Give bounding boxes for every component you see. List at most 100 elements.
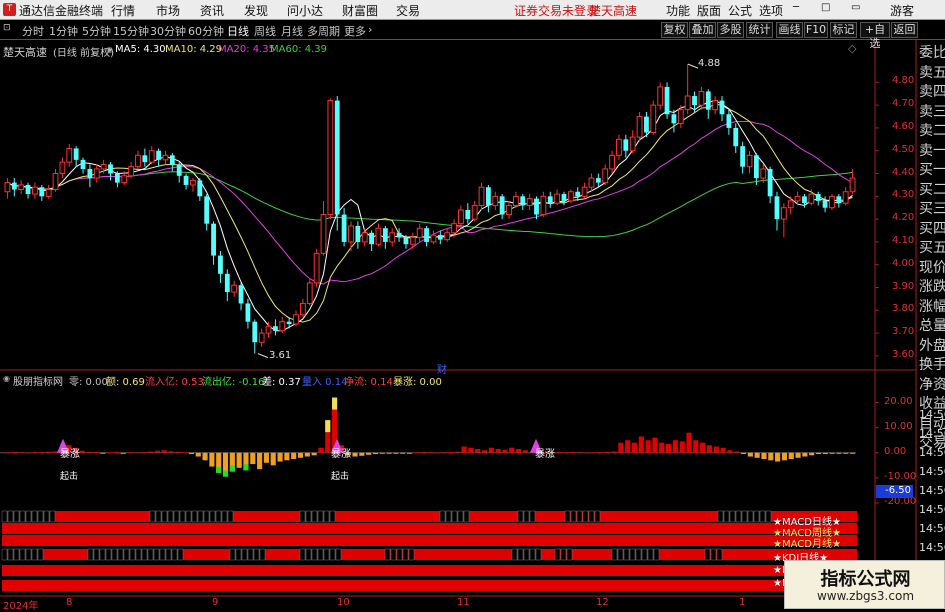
indicator-bar xyxy=(454,451,460,453)
add-favorite-button[interactable]: +自选 xyxy=(860,22,890,50)
candle-body xyxy=(142,155,148,163)
side-item[interactable]: 卖二 xyxy=(919,120,945,140)
indicator-bar xyxy=(434,452,440,454)
menu-wenxiaoda[interactable]: 问小达 xyxy=(287,2,323,19)
more-chevron-icon[interactable]: › xyxy=(368,23,372,36)
candle-body xyxy=(334,100,340,215)
side-item[interactable]: 涨跌 xyxy=(919,276,945,296)
ma60-value: MA60: 4.39 xyxy=(270,44,328,55)
indicator-settings-icon[interactable]: ◉ xyxy=(3,374,10,383)
menu-shichang[interactable]: 市场 xyxy=(156,2,180,19)
candle-body xyxy=(650,104,657,133)
menu-faxian[interactable]: 发现 xyxy=(244,2,268,19)
side-item[interactable]: 卖四 xyxy=(919,81,945,101)
band-kdj-daily-off xyxy=(535,548,542,561)
side-item[interactable]: 总量 xyxy=(919,315,945,335)
candle-body xyxy=(849,177,856,193)
tab-15min[interactable]: 15分钟 xyxy=(113,23,149,39)
band-kdj-daily-off xyxy=(105,548,112,561)
side-item[interactable]: 买五 xyxy=(919,237,945,257)
side-item[interactable]: 卖一 xyxy=(919,140,945,160)
fuquan-button[interactable]: 复权 xyxy=(661,22,688,38)
stats-button[interactable]: 统计 xyxy=(746,22,773,38)
restore-icon[interactable]: ▭ xyxy=(851,2,860,13)
settings-dot-icon[interactable]: ◉ xyxy=(106,45,113,54)
menu-caifuquan[interactable]: 财富圈 xyxy=(342,2,378,19)
f10-button[interactable]: F10 xyxy=(804,22,828,38)
indicator-bar xyxy=(584,452,590,454)
tab-daily[interactable]: 日线 xyxy=(227,23,249,39)
candle-body xyxy=(760,168,767,179)
indicator-bar xyxy=(427,452,433,454)
tab-1min[interactable]: 1分钟 xyxy=(49,23,78,39)
back-button[interactable]: 返回 xyxy=(891,22,918,38)
tab-5min[interactable]: 5分钟 xyxy=(82,23,111,39)
side-item[interactable]: 现价 xyxy=(919,257,945,277)
candle-body xyxy=(409,236,416,245)
band-kdj-daily-off xyxy=(704,548,711,561)
side-item[interactable]: 买二 xyxy=(919,179,945,199)
menu-gongneng[interactable]: 功能 xyxy=(666,2,690,19)
side-item[interactable]: 换手 xyxy=(919,354,945,374)
ma60-line xyxy=(7,171,853,238)
tab-60min[interactable]: 60分钟 xyxy=(188,23,224,39)
indicator-bar xyxy=(236,452,242,468)
maximize-icon[interactable]: □ xyxy=(821,2,830,13)
price-tick-label: 3.70 xyxy=(892,326,915,338)
candle-body xyxy=(581,186,588,197)
mark-button[interactable]: 标记 xyxy=(830,22,857,38)
date-tick-label: 10 xyxy=(337,597,350,608)
signal-bands xyxy=(1,510,857,591)
login-notice[interactable]: 证券交易未登录 xyxy=(514,2,598,19)
signal-surge-3: 暴涨 xyxy=(535,449,555,460)
menu-gongshi[interactable]: 公式 xyxy=(728,2,752,19)
indicator-bar xyxy=(727,450,733,453)
tab-more[interactable]: 更多 xyxy=(344,23,366,39)
draw-line-button[interactable]: 画线 xyxy=(776,22,803,38)
band-macd-daily-off xyxy=(149,510,156,523)
minimize-icon[interactable]: ─ xyxy=(793,2,799,13)
side-time: 14:56 xyxy=(919,446,945,459)
indicator-bar xyxy=(754,452,760,458)
side-item[interactable]: 涨幅 xyxy=(919,296,945,316)
tab-30min[interactable]: 30分钟 xyxy=(150,23,186,39)
diamond-icon[interactable]: ◇ xyxy=(848,42,856,55)
side-item[interactable]: 买四 xyxy=(919,218,945,238)
candle-body xyxy=(204,196,210,224)
candle-body xyxy=(169,155,175,165)
side-item[interactable]: 卖三 xyxy=(919,101,945,121)
tab-multi-period[interactable]: 多周期 xyxy=(307,23,340,39)
menu-zixun[interactable]: 资讯 xyxy=(200,2,224,19)
guest-label[interactable]: 游客 xyxy=(890,2,914,19)
overlay-button[interactable]: 叠加 xyxy=(689,22,716,38)
tab-weekly[interactable]: 周线 xyxy=(254,23,276,39)
band-kdj-daily-off xyxy=(19,548,26,561)
band-kdj-daily-off xyxy=(117,548,124,561)
indicator-bar xyxy=(386,452,392,454)
multi-stock-button[interactable]: 多股 xyxy=(717,22,744,38)
side-item[interactable]: 卖五 xyxy=(919,62,945,82)
menu-hangqing[interactable]: 行情 xyxy=(111,2,135,19)
indicator-bar xyxy=(768,452,774,461)
band-macd-daily-off xyxy=(49,510,56,523)
tab-monthly[interactable]: 月线 xyxy=(281,23,303,39)
indicator-bar xyxy=(447,452,454,454)
band-kdj-daily-off xyxy=(7,548,14,561)
side-item[interactable]: 外盘 xyxy=(919,335,945,355)
side-item[interactable]: 净资 xyxy=(919,374,945,394)
tab-fenshi[interactable]: 分时 xyxy=(22,23,44,39)
expand-icon[interactable]: ⊡ xyxy=(3,23,11,33)
side-item[interactable]: 委比 xyxy=(919,42,945,62)
side-item[interactable]: 买三 xyxy=(919,198,945,218)
side-item[interactable]: 买一 xyxy=(919,159,945,179)
candle-body xyxy=(320,214,327,254)
candle-body xyxy=(787,200,794,209)
candle-body xyxy=(396,232,402,238)
candle-body xyxy=(66,147,73,163)
menu-banmian[interactable]: 版面 xyxy=(697,2,721,19)
price-tick-label: 4.40 xyxy=(892,166,915,178)
ma20-line xyxy=(7,120,853,285)
menu-xuanxiang[interactable]: 选项 xyxy=(759,2,783,19)
band-kdj-daily-off xyxy=(1,548,8,561)
menu-jiaoyi[interactable]: 交易 xyxy=(396,2,420,19)
